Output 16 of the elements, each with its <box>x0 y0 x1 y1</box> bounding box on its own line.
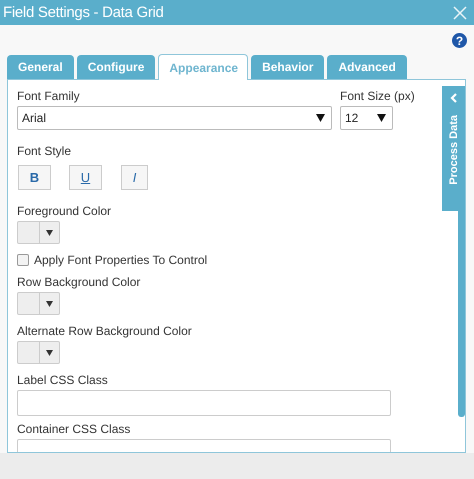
font-family-select[interactable]: Arial <box>17 106 332 130</box>
font-style-button[interactable]: B <box>18 165 51 190</box>
font-size-select[interactable]: 12 <box>340 106 393 130</box>
font-style-button[interactable]: I <box>121 165 148 190</box>
checkbox-label: Apply Font Properties To Control <box>34 253 208 267</box>
field-label: Alternate Row Background Color <box>17 324 192 338</box>
field-label: Row Background Color <box>17 275 140 289</box>
field-label: Font Size (px) <box>340 89 415 103</box>
help-button[interactable]: ? <box>452 33 467 48</box>
field-label: Foreground Color <box>17 204 112 218</box>
field-label: Font Style <box>17 144 72 158</box>
field-label: Font Family <box>17 89 81 103</box>
font-style-button[interactable]: U <box>69 165 102 190</box>
field-label: Container CSS Class <box>17 422 130 436</box>
window-title: Field Settings - Data Grid <box>3 4 164 21</box>
field-label: Label CSS Class <box>17 373 108 387</box>
